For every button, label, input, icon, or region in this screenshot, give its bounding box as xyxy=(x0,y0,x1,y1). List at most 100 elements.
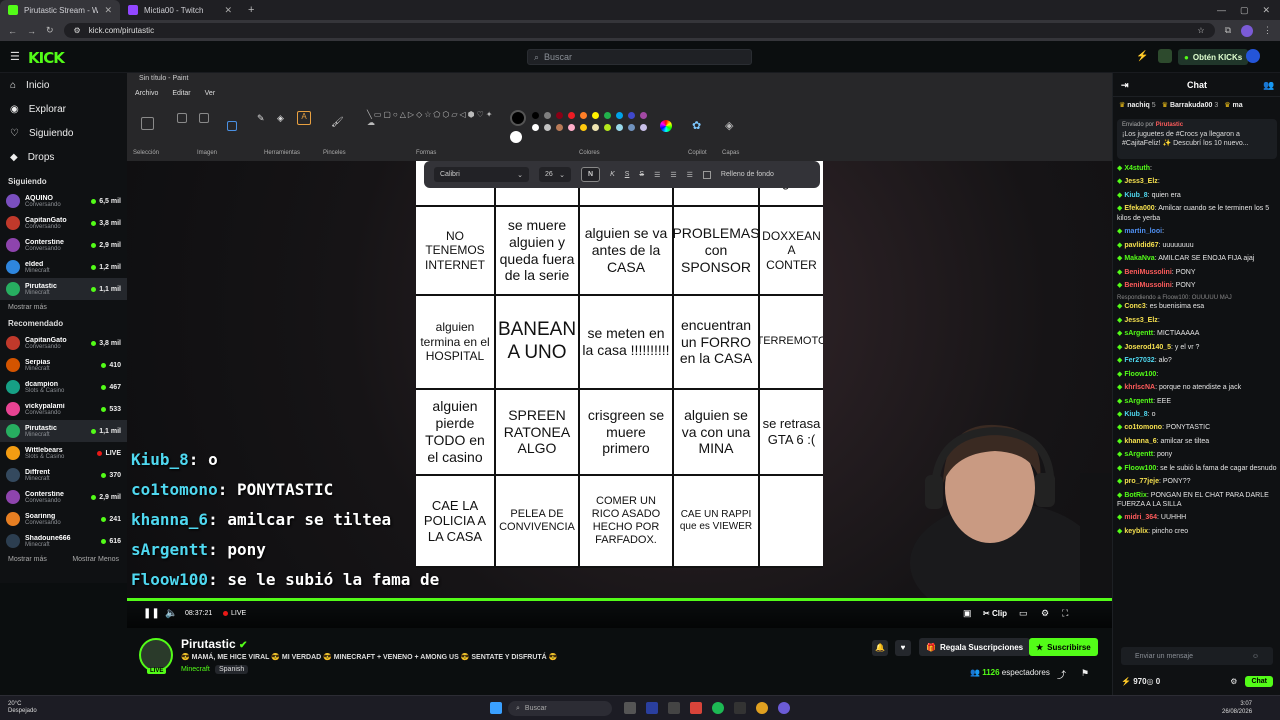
start-icon[interactable] xyxy=(490,702,502,714)
chat-message[interactable]: ◆ Kiub_8: o xyxy=(1117,410,1277,419)
chat-message[interactable]: ◆ keyblix: pincho creo xyxy=(1117,527,1277,536)
top-gifter[interactable]: ♛ Barrakuda00 3 xyxy=(1162,101,1219,109)
share-icon[interactable]: ⤴ xyxy=(1057,668,1066,681)
bookmark-star-icon[interactable]: ☆ xyxy=(1197,26,1204,35)
tab-close-icon[interactable]: ✕ xyxy=(104,5,112,16)
show-more-following[interactable]: Mostrar más xyxy=(8,304,47,311)
chat-settings-icon[interactable]: ⚙ xyxy=(1230,677,1237,686)
chat-message[interactable]: ◆ martin_looi: xyxy=(1117,227,1277,236)
show-less-recommended[interactable]: Mostrar Menos xyxy=(72,556,119,563)
nav-inicio[interactable]: ⌂ Inicio xyxy=(0,73,127,97)
discord-icon[interactable] xyxy=(778,702,790,714)
chat-message[interactable]: ◆ Floow100: se le subió la fama de cagar… xyxy=(1117,464,1277,473)
maximize-icon[interactable]: ▢ xyxy=(1240,5,1249,16)
chat-message[interactable]: ◆ khrlscNA: porque no atendiste a jack xyxy=(1117,383,1277,392)
chat-users-icon[interactable]: 👥 xyxy=(1263,80,1274,91)
channel-name[interactable]: Pirutastic ✔ xyxy=(181,637,247,651)
progress-bar[interactable] xyxy=(127,598,1112,601)
pip-icon[interactable]: ▭ xyxy=(1019,608,1028,619)
chat-message[interactable]: ◆ Floow100: xyxy=(1117,370,1277,379)
pause-icon[interactable]: ❚❚ xyxy=(143,608,160,619)
taskbar-clock[interactable]: 3:07 26/08/2026 xyxy=(1222,701,1252,717)
spotify-icon[interactable] xyxy=(712,702,724,714)
extensions-icon[interactable]: ⧉ xyxy=(1225,25,1231,36)
chat-message[interactable]: ◆ Jess3_Elz: xyxy=(1117,316,1277,325)
subscribe-button[interactable]: ★ Suscribirse xyxy=(1029,638,1098,656)
app-icon[interactable] xyxy=(668,702,680,714)
chat-message[interactable]: Respondiendo a Floow100: OUUUUU MAJ ◆ Con… xyxy=(1117,294,1277,312)
report-icon[interactable]: ⚑ xyxy=(1081,668,1089,679)
sidebar-channel[interactable]: elded Minecraft 1,2 mil xyxy=(0,256,127,278)
kicks-icon[interactable]: ⚡ xyxy=(1136,51,1148,62)
get-kicks-button[interactable]: ● Obtén KICKs xyxy=(1178,49,1249,65)
collapse-chat-icon[interactable]: ⇥ xyxy=(1121,80,1129,91)
nav-explorar[interactable]: ◉ Explorar xyxy=(0,97,127,121)
sidebar-channel[interactable]: Conterstine Conversando 2,9 mil xyxy=(0,486,127,508)
theater-icon[interactable]: ▣ xyxy=(963,608,972,619)
chat-message[interactable]: ◆ pro_77jeje: PONY?? xyxy=(1117,477,1277,486)
profile-avatar[interactable] xyxy=(1241,24,1253,37)
notification-bell-icon[interactable]: 🔔 xyxy=(872,640,888,656)
chat-message[interactable]: ◆ Fer27032: alo? xyxy=(1117,356,1277,365)
sidebar-channel[interactable]: Pirutastic Minecraft 1,1 mil xyxy=(0,420,127,442)
sidebar-channel[interactable]: CapitanGato Conversando 3,8 mil xyxy=(0,212,127,234)
chat-message[interactable]: ◆ X4stuth: xyxy=(1117,164,1277,173)
top-gifter[interactable]: ♛ nachiq 5 xyxy=(1119,101,1156,109)
address-bar[interactable]: ⚙ kick.com/pirutastic ☆ xyxy=(63,23,1215,38)
sidebar-channel[interactable]: Shadoune666 Minecraft 616 xyxy=(0,530,127,552)
chat-message[interactable]: ◆ BeniMussolini: PONY xyxy=(1117,281,1277,290)
sidebar-channel[interactable]: dcampion Slots & Casino 467 xyxy=(0,376,127,398)
sidebar-channel[interactable]: CapitanGato Conversando 3,8 mil xyxy=(0,332,127,354)
chat-input[interactable]: Enviar un mensaje ☺ xyxy=(1121,647,1273,665)
sidebar-channel[interactable]: AQUINO Conversando 6,5 mil xyxy=(0,190,127,212)
browser-tab[interactable]: Mictia00 - Twitch ✕ xyxy=(120,0,240,20)
kicks-balance[interactable]: ◎ 0 xyxy=(1147,677,1161,686)
show-more-recommended[interactable]: Mostrar más xyxy=(8,556,47,563)
sidebar-channel[interactable]: Wittlebears Slots & Casino LIVE xyxy=(0,442,127,464)
emote-icon[interactable]: ☺ xyxy=(1252,653,1259,660)
chat-message[interactable]: ◆ Efeka000: Amilcar cuando se le termine… xyxy=(1117,204,1277,223)
language-tag[interactable]: Spanish xyxy=(215,665,249,674)
premiere-icon[interactable] xyxy=(646,702,658,714)
sidebar-channel[interactable]: Soarinng Conversando 241 xyxy=(0,508,127,530)
chrome-icon[interactable] xyxy=(756,702,768,714)
sidebar-channel[interactable]: Conterstine Conversando 2,9 mil xyxy=(0,234,127,256)
channel-points[interactable]: ⚡ 970 xyxy=(1121,677,1147,686)
sidebar-channel[interactable]: Diffrent Minecraft 370 xyxy=(0,464,127,486)
settings-icon[interactable]: ⚙ xyxy=(1041,608,1049,619)
back-icon[interactable]: ← xyxy=(8,26,17,36)
chat-message[interactable]: ◆ sArgentt: EEE xyxy=(1117,397,1277,406)
nav-siguiendo[interactable]: ♡ Siguiendo xyxy=(0,121,127,145)
reload-icon[interactable]: ↻ xyxy=(46,25,54,36)
chat-message[interactable]: ◆ midri_364: UUHHH xyxy=(1117,513,1277,522)
user-avatar[interactable] xyxy=(1246,49,1260,63)
tab-close-icon[interactable]: ✕ xyxy=(224,5,232,16)
chat-message[interactable]: ◆ Jess3_Elz: xyxy=(1117,177,1277,186)
sidebar-channel[interactable]: vickypalami Conversando 533 xyxy=(0,398,127,420)
obs-icon[interactable] xyxy=(734,702,746,714)
hamburger-menu-icon[interactable]: ☰ xyxy=(10,50,20,63)
minimize-icon[interactable]: — xyxy=(1217,5,1226,16)
kick-logo[interactable]: KICK xyxy=(28,49,65,67)
chat-message[interactable]: ◆ co1tomono: PONYTASTIC xyxy=(1117,423,1277,432)
chat-message[interactable]: ◆ Joserod140_5: y el vr ? xyxy=(1117,343,1277,352)
chat-message[interactable]: ◆ sArgentt: MICTIAAAAA xyxy=(1117,329,1277,338)
fullscreen-icon[interactable]: ⛶ xyxy=(1062,608,1068,619)
top-gifter[interactable]: ♛ ma xyxy=(1224,101,1244,109)
task-view-icon[interactable] xyxy=(624,702,636,714)
inventory-icon[interactable] xyxy=(1158,49,1172,63)
chat-message[interactable]: ◆ Kiub_8: quien era xyxy=(1117,191,1277,200)
chat-message[interactable]: ◆ MakaNva: AMILCAR SE ENOJA FIJA ajaj xyxy=(1117,254,1277,263)
volume-icon[interactable]: 🔈 xyxy=(165,608,177,619)
taskbar-search[interactable]: ⌕ Buscar xyxy=(508,701,612,716)
forward-icon[interactable]: → xyxy=(27,26,36,36)
channel-avatar[interactable] xyxy=(139,638,173,672)
sidebar-channel[interactable]: Serpias Minecraft 410 xyxy=(0,354,127,376)
nav-drops[interactable]: ◆ Drops xyxy=(0,145,127,169)
search-input[interactable]: ⌕ Buscar xyxy=(527,49,752,65)
chat-message[interactable]: ◆ BeniMussolini: PONY xyxy=(1117,268,1277,277)
chat-message[interactable]: ◆ BotRix: PONGAN EN EL CHAT PARA DARLE F… xyxy=(1117,491,1277,510)
close-icon[interactable]: ✕ xyxy=(1262,5,1270,16)
chat-message[interactable]: ◆ sArgentt: pony xyxy=(1117,450,1277,459)
menu-dots-icon[interactable]: ⋮ xyxy=(1263,25,1272,36)
